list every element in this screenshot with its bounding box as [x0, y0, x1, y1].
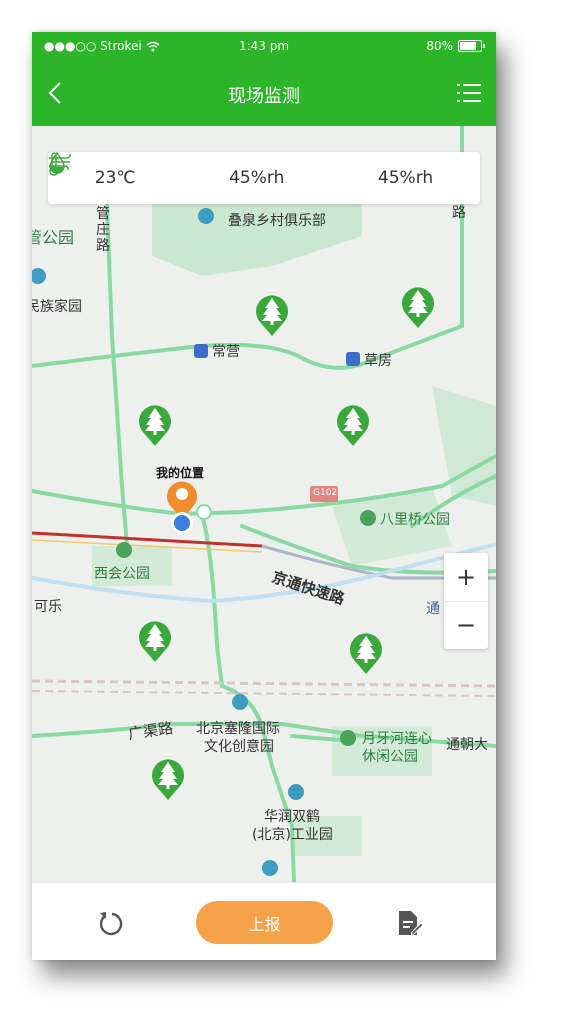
zoom-out-button[interactable]: − [444, 602, 488, 650]
map-label-saidong: 北京塞隆国际 [196, 721, 280, 737]
wind-value: 45%rh [377, 168, 434, 188]
map-label-road-right: 路 [452, 205, 466, 221]
temperature-value: 23℃ [94, 168, 136, 188]
tree-marker-icon[interactable] [148, 754, 188, 802]
wind-item: 45%rh [49, 153, 434, 188]
map-label-changying: 常营 [212, 344, 240, 360]
map-label-huarun-2: (北京)工业园 [252, 827, 333, 843]
temperature-item: 23℃ [49, 152, 136, 188]
humidity-value: 45%rh [229, 168, 285, 188]
map-label-balizhuang-park: 八里桥公园 [380, 512, 450, 528]
tree-marker-icon[interactable] [135, 400, 175, 448]
tree-marker-icon[interactable] [252, 290, 292, 338]
zoom-control: + − [444, 553, 488, 649]
map-label-huarun-1: 华润双鹤 [264, 809, 320, 825]
list-menu-icon[interactable] [456, 82, 482, 104]
tree-marker-icon[interactable] [346, 628, 386, 676]
map-label-tong-partial: 通 [426, 601, 440, 617]
bottom-toolbar: 上报 [32, 882, 496, 960]
refresh-icon[interactable] [96, 909, 126, 939]
page-title: 现场监测 [228, 86, 300, 107]
phone-screen: ●●●○○ Strokei 1:43 pm 80% 现场监测 23℃ 45%rh… [32, 32, 496, 960]
edit-document-icon[interactable] [396, 909, 424, 937]
navbar: 现场监测 [32, 60, 496, 126]
zoom-in-button[interactable]: + [444, 553, 488, 602]
tree-marker-icon[interactable] [398, 282, 438, 330]
weather-panel: 23℃ 45%rh 45%rh [48, 152, 480, 204]
humidity-item: 45%rh [49, 152, 285, 188]
map-label-g102: G102 [313, 488, 338, 498]
current-position-dot [171, 512, 193, 534]
map-label-park-left: 管公园 [32, 228, 75, 247]
map-label-wenhua: 文化创意园 [204, 739, 274, 755]
battery-percent: 80% [426, 39, 453, 53]
map-view[interactable]: 23℃ 45%rh 45%rh 管 庄 路 管公园 叠泉乡村俱乐部 民族家园 常… [32, 126, 496, 882]
map-label-xihui-park: 西会公园 [94, 566, 150, 582]
report-button[interactable]: 上报 [196, 901, 333, 944]
map-label-yueyahe-1: 月牙河连心 [362, 731, 432, 747]
battery-icon [458, 40, 485, 52]
map-label-yueyahe-2: 休闲公园 [362, 749, 418, 765]
tree-marker-icon[interactable] [135, 616, 175, 664]
map-label-caofang: 草房 [364, 353, 392, 369]
status-bar: ●●●○○ Strokei 1:43 pm 80% [32, 32, 496, 60]
map-label-minzu-garden: 民族家园 [32, 299, 82, 315]
tree-marker-icon[interactable] [333, 400, 373, 448]
map-label-guanzhuang-road: 管 庄 路 [96, 206, 110, 254]
map-label-dieqian-club: 叠泉乡村俱乐部 [228, 213, 326, 229]
wind-icon [49, 153, 71, 171]
map-label-tongchao: 通朝大 [446, 737, 488, 753]
map-label-kele: 可乐 [34, 599, 62, 615]
